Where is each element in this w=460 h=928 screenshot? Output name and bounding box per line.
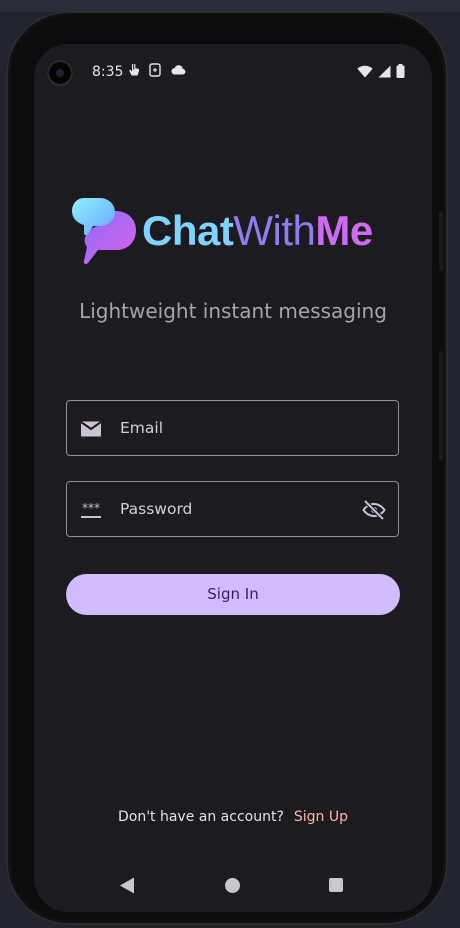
logo-text-chat: Chat [142,207,234,254]
app-tagline: Lightweight instant messaging [79,299,387,323]
status-system-icons [357,64,405,78]
email-field[interactable]: Email [66,400,399,456]
app-logo-text: ChatWithMe [142,210,373,252]
logo-text-with: With [233,207,316,254]
email-placeholder: Email [120,419,164,437]
logo-text-me: Me [315,207,373,254]
battery-icon [396,64,405,78]
back-icon[interactable] [119,877,135,894]
home-icon[interactable] [225,878,240,893]
svg-text:***: *** [82,501,100,515]
recents-icon[interactable] [329,878,343,892]
phone-frame: 8:35 ChatWithMe Lightweight instant mess… [6,11,448,925]
touch-icon [129,63,139,76]
password-field[interactable]: *** Password [66,481,399,537]
status-time: 8:35 [92,64,124,80]
app-logo: ChatWithMe [70,197,373,265]
signal-icon [378,65,391,77]
signup-prompt: Don't have an account? Sign Up [34,809,432,825]
sign-in-button[interactable]: Sign In [66,574,400,615]
volume-button [439,211,443,271]
password-placeholder: Password [120,500,193,518]
signup-question: Don't have an account? [117,809,284,825]
wifi-icon [357,65,373,77]
sim-icon [149,63,161,77]
cloud-icon [171,65,186,75]
power-button [439,351,443,461]
front-camera [47,60,73,86]
sign-up-link[interactable]: Sign Up [294,809,348,825]
mail-icon [80,421,102,437]
chat-bubbles-icon [72,198,136,265]
visibility-off-icon[interactable] [362,498,386,522]
status-notification-icons [128,63,186,77]
system-nav-bar [34,873,432,899]
password-icon: *** [81,501,101,518]
app-screen: 8:35 ChatWithMe Lightweight instant mess… [34,44,432,912]
